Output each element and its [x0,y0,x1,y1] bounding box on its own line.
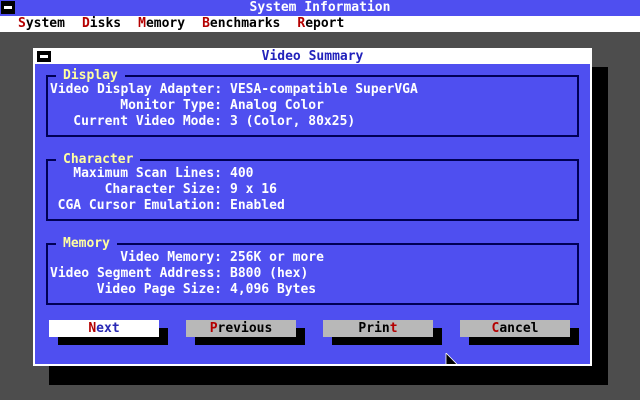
info-row: Video Segment Address: B800 (hex) [50,266,577,282]
row-label: CGA Cursor Emulation: [57,198,222,213]
info-row: Video Memory: 256K or more [50,250,577,266]
groups-container: Display Video Display Adapter: VESA-compat… [35,68,590,305]
group-box-display: Display Video Display Adapter: VESA-compat… [46,68,579,137]
accel-letter: D [81,16,90,31]
group-title: Character [56,152,141,167]
accel-letter: t [389,321,398,336]
row-label: Character Size: [104,182,222,197]
label-text: revious [217,321,273,336]
accel-letter: B [202,16,210,31]
app-system-menu-button[interactable] [1,1,15,14]
info-row: Character Size: 9 x 16 [50,182,577,198]
group-box-character: Character Maximum Scan Lines: 400 Character… [46,152,579,221]
dialog-titlebar: Video Summary [35,50,590,64]
label-text: Prin [358,321,390,336]
label-text: ext [96,321,120,336]
row-label: Video Segment Address: [50,266,223,281]
menu-item-benchmarks[interactable]: Benchmarks [202,16,280,32]
menu-item-memory[interactable]: Memory [138,16,185,32]
button-row: Next Previous Print Cancel [35,320,590,337]
app-title: System Information [249,0,391,15]
dialog-body: Display Video Display Adapter: VESA-compat… [35,64,590,364]
row-value: B800 (hex) [230,266,309,281]
accel-letter: R [297,16,306,31]
app-titlebar: System Information [0,0,640,16]
info-row: Video Display Adapter: VESA-compatible Su… [50,82,577,98]
row-value: 4,096 Bytes [230,282,317,297]
row-value: 400 [230,166,254,181]
row-value: 3 (Color, 80x25) [230,114,356,129]
row-value: Analog Color [230,98,324,113]
accel-letter: S [18,16,26,31]
accel-letter: N [88,321,97,336]
info-row: Current Video Mode: 3 (Color, 80x25) [50,114,577,130]
label-text: eport [305,16,345,31]
label-text: enchmarks [209,16,281,31]
row-label: Maximum Scan Lines: [73,166,222,181]
minus-icon [40,55,48,58]
print-button[interactable]: Print [323,320,433,337]
label-text: ystem [25,16,65,31]
group-box-memory: Memory Video Memory: 256K or more Video Seg… [46,236,579,305]
row-value: 9 x 16 [230,182,277,197]
row-label: Current Video Mode: [73,114,222,129]
mouse-cursor-icon [445,353,458,364]
dialog-title: Video Summary [261,49,364,64]
menu-item-report[interactable]: Report [297,16,344,32]
info-row: Monitor Type: Analog Color [50,98,577,114]
menu-item-system[interactable]: System [18,16,65,32]
info-row: Maximum Scan Lines: 400 [50,166,577,182]
minus-icon [4,6,12,9]
row-label: Video Display Adapter: [50,82,223,97]
row-label: Monitor Type: [120,98,222,113]
info-row: Video Page Size: 4,096 Bytes [50,282,577,298]
next-button[interactable]: Next [49,320,159,337]
cancel-button[interactable]: Cancel [460,320,570,337]
row-value: VESA-compatible SuperVGA [230,82,418,97]
accel-letter: M [138,16,146,31]
row-value: Enabled [230,198,285,213]
screen: System Information System Disks Memory Benc… [0,0,640,400]
dialog-system-menu-button[interactable] [37,51,51,62]
previous-button[interactable]: Previous [186,320,296,337]
label-text: emory [145,16,186,31]
row-label: Video Page Size: [96,282,222,297]
row-value: 256K or more [230,250,324,265]
group-title: Memory [56,236,117,251]
menu-bar: System Disks Memory Benchmarks Report [0,16,640,32]
row-label: Video Memory: [120,250,222,265]
info-row: CGA Cursor Emulation: Enabled [50,198,577,214]
menu-item-disks[interactable]: Disks [82,16,121,32]
video-summary-dialog: Video Summary Display Video Display Adapt… [33,48,592,366]
label-text: isks [89,16,122,31]
group-title: Display [56,68,125,83]
label-text: ancel [499,321,539,336]
accel-letter: P [209,321,218,336]
